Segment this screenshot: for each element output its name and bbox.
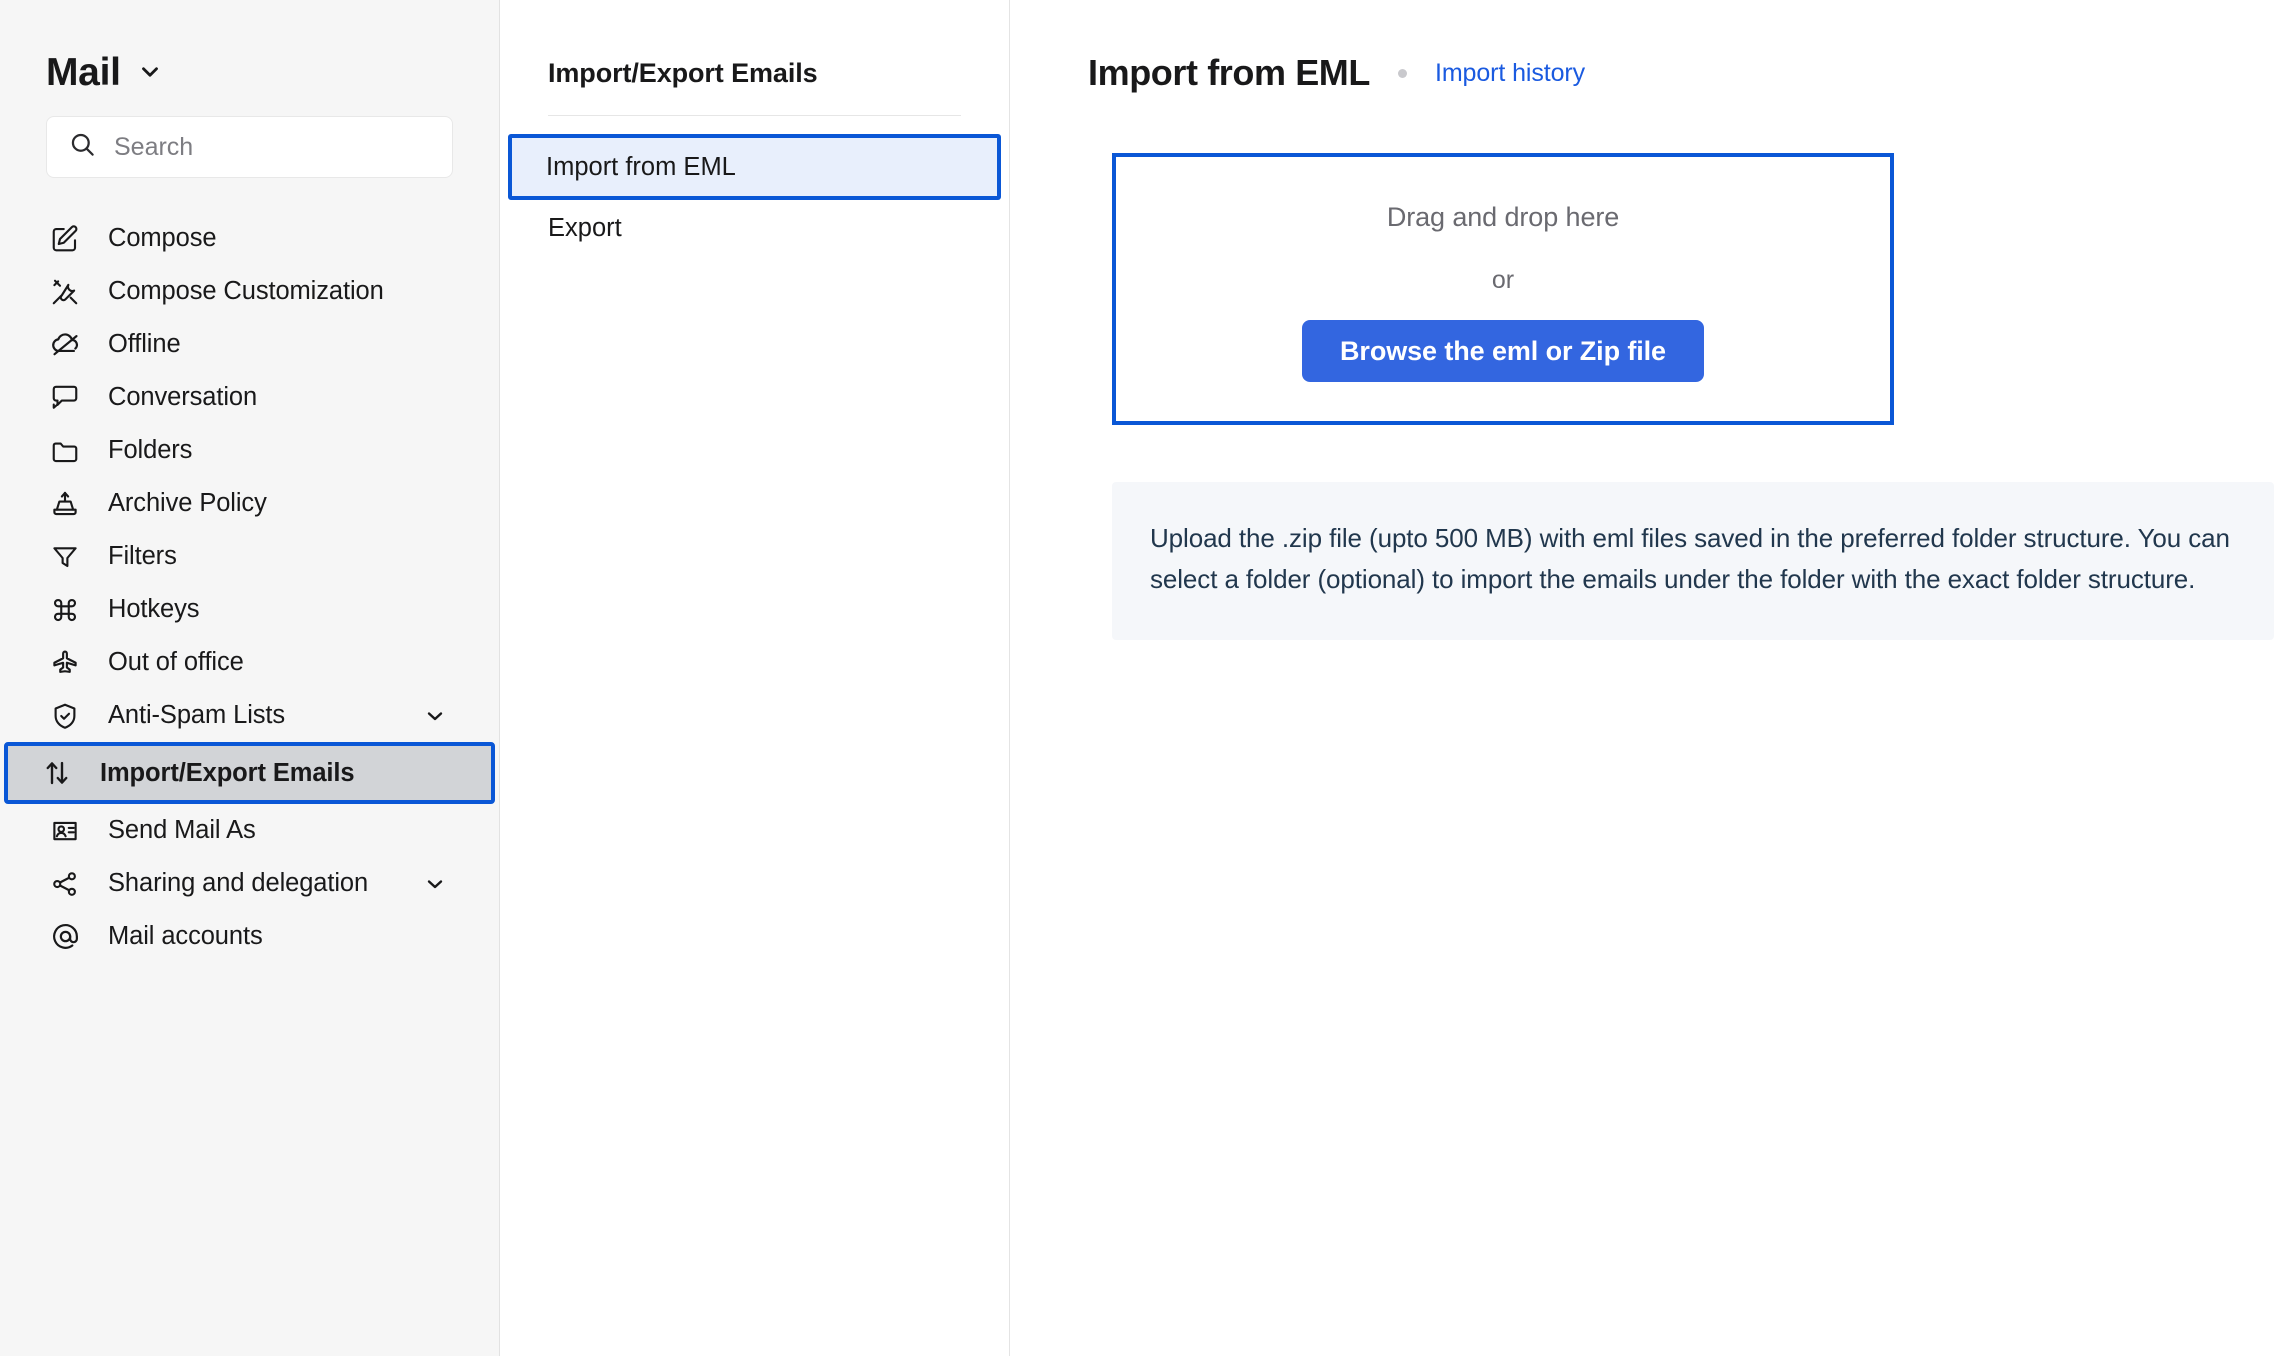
- chevron-down-icon[interactable]: [423, 704, 451, 728]
- sidebar-item-label: Folders: [108, 436, 193, 464]
- folder-icon: [48, 434, 82, 468]
- shield-check-icon: [48, 699, 82, 733]
- sidebar-item-compose-customization[interactable]: Compose Customization: [10, 265, 489, 318]
- search-container: [0, 116, 499, 178]
- sidebar-item-filters[interactable]: Filters: [10, 530, 489, 583]
- sidebar-item-label: Sharing and delegation: [108, 869, 369, 897]
- sidebar-item-label: Mail accounts: [108, 922, 263, 950]
- search-input[interactable]: [114, 132, 430, 162]
- sidebar-item-label: Import/Export Emails: [100, 758, 355, 787]
- airplane-icon: [48, 646, 82, 680]
- chevron-down-icon[interactable]: [423, 872, 451, 896]
- dot-separator-icon: [1397, 68, 1407, 78]
- tab-export[interactable]: Export: [510, 200, 999, 256]
- conversation-bubbles-icon: [48, 381, 82, 415]
- share-nodes-icon: [48, 867, 82, 901]
- sidebar-item-import-export-emails[interactable]: Import/Export Emails: [4, 742, 495, 804]
- tools-wrench-screwdriver-icon: [48, 275, 82, 309]
- sidebar-item-send-mail-as[interactable]: Send Mail As: [10, 804, 489, 857]
- sidebar-item-label: Out of office: [108, 648, 244, 676]
- app-root: Mail Compose: [0, 0, 2292, 1356]
- sidebar-item-conversation[interactable]: Conversation: [10, 371, 489, 424]
- sidebar-item-folders[interactable]: Folders: [10, 424, 489, 477]
- search-box[interactable]: [46, 116, 453, 178]
- import-history-link[interactable]: Import history: [1435, 59, 1585, 88]
- sidebar-item-compose[interactable]: Compose: [10, 212, 489, 265]
- filter-funnel-icon: [48, 540, 82, 574]
- sidebar-item-hotkeys[interactable]: Hotkeys: [10, 583, 489, 636]
- archive-inbox-icon: [48, 487, 82, 521]
- search-icon: [69, 131, 96, 163]
- main-title: Import from EML: [1088, 52, 1370, 93]
- sidebar-item-offline[interactable]: Offline: [10, 318, 489, 371]
- compose-pencil-icon: [48, 222, 82, 256]
- sidebar-item-label: Hotkeys: [108, 595, 200, 623]
- file-dropzone[interactable]: Drag and drop here or Browse the eml or …: [1112, 153, 1894, 425]
- secondary-nav-title: Import/Export Emails: [548, 58, 818, 88]
- page-title: Mail: [46, 50, 121, 94]
- sidebar-item-out-of-office[interactable]: Out of office: [10, 636, 489, 689]
- sidebar-item-label: Compose Customization: [108, 277, 384, 305]
- sidebar-item-label: Anti-Spam Lists: [108, 701, 286, 729]
- sidebar-item-sharing-and-delegation[interactable]: Sharing and delegation: [10, 857, 489, 910]
- sidebar-item-label: Archive Policy: [108, 489, 267, 517]
- sidebar-item-label: Send Mail As: [108, 816, 256, 844]
- at-sign-icon: [48, 920, 82, 954]
- secondary-nav-header: Import/Export Emails: [548, 58, 961, 116]
- sidebar-item-label: Filters: [108, 542, 177, 570]
- main-header: Import from EML Import history: [1088, 52, 2274, 94]
- secondary-nav-panel: Import/Export Emails Import from EML Exp…: [500, 0, 1010, 1356]
- brand-header[interactable]: Mail: [0, 0, 499, 96]
- secondary-nav-list: Import from EML Export: [500, 134, 1009, 256]
- sidebar-nav: Compose Compose Customization Offline Co…: [0, 212, 499, 963]
- sidebar-item-archive-policy[interactable]: Archive Policy: [10, 477, 489, 530]
- dropzone-drag-text: Drag and drop here: [1386, 202, 1620, 232]
- sidebar-item-mail-accounts[interactable]: Mail accounts: [10, 910, 489, 963]
- sidebar-item-anti-spam-lists[interactable]: Anti-Spam Lists: [10, 689, 489, 742]
- sidebar: Mail Compose: [0, 0, 500, 1356]
- cloud-offline-icon: [48, 328, 82, 362]
- tab-import-from-eml[interactable]: Import from EML: [508, 134, 1001, 200]
- chevron-down-icon[interactable]: [137, 59, 163, 85]
- sidebar-item-label: Conversation: [108, 383, 258, 411]
- sidebar-item-label: Compose: [108, 224, 217, 252]
- sidebar-item-label: Offline: [108, 330, 181, 358]
- command-key-icon: [48, 593, 82, 627]
- main-content: Import from EML Import history Drag and …: [1010, 0, 2292, 1356]
- browse-file-button[interactable]: Browse the eml or Zip file: [1302, 320, 1704, 382]
- info-banner-text: Upload the .zip file (upto 500 MB) with …: [1150, 523, 2230, 595]
- dropzone-or-text: or: [1491, 266, 1515, 294]
- arrows-up-down-icon: [40, 756, 74, 790]
- user-card-icon: [48, 814, 82, 848]
- info-banner: Upload the .zip file (upto 500 MB) with …: [1112, 482, 2274, 641]
